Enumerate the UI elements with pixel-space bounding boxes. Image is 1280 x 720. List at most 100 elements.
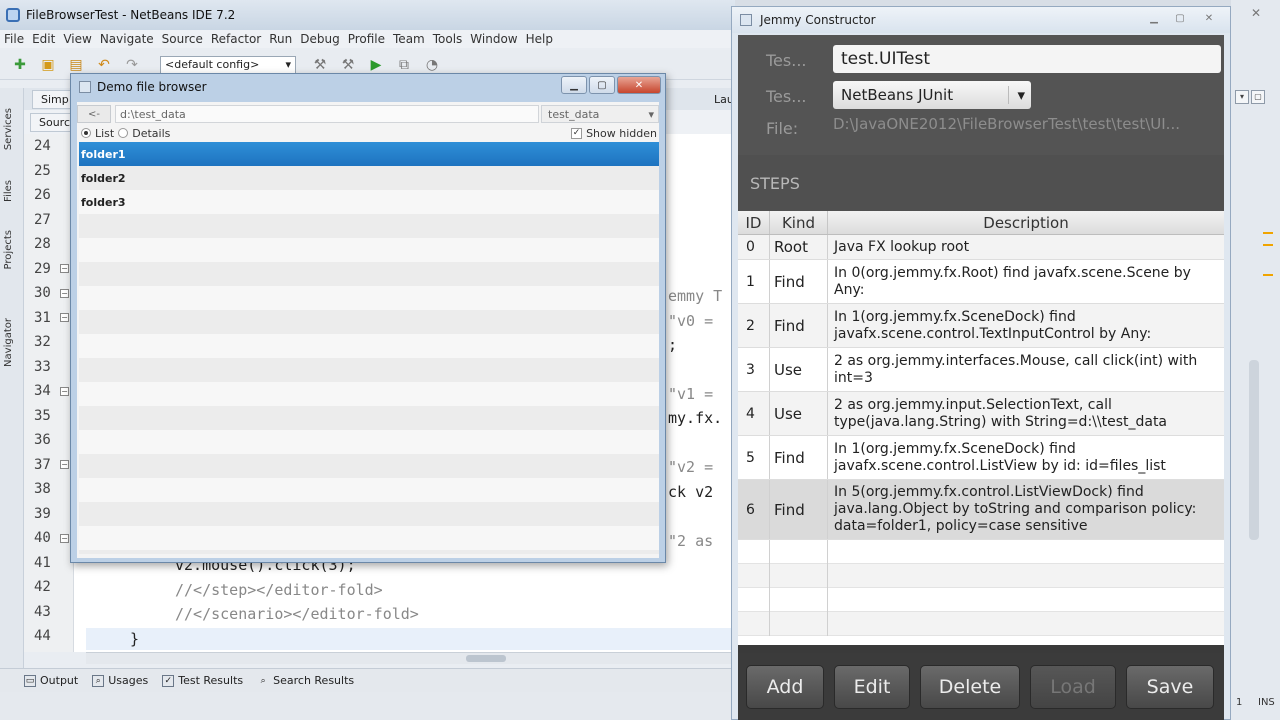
test-name-input[interactable]: test.UITest bbox=[833, 45, 1221, 73]
editor-vertical-scrollbar[interactable] bbox=[1249, 360, 1259, 540]
maximize-icon[interactable]: ▢ bbox=[1251, 90, 1265, 104]
side-tab-services[interactable]: Services bbox=[3, 108, 14, 150]
files-list[interactable]: folder1 folder2 folder3 bbox=[79, 142, 659, 554]
back-button[interactable]: <- bbox=[77, 105, 111, 123]
step-description: In 1(org.jemmy.fx.SceneDock) find javafx… bbox=[834, 440, 1166, 474]
menu-edit[interactable]: Edit bbox=[32, 32, 55, 46]
menu-navigate[interactable]: Navigate bbox=[100, 32, 154, 46]
ide-title: FileBrowserTest - NetBeans IDE 7.2 bbox=[26, 8, 236, 22]
minimize-icon[interactable]: ▁ bbox=[561, 76, 587, 94]
file-label: File: bbox=[766, 119, 799, 138]
table-row[interactable]: 2 Find In 1(org.jemmy.fx.SceneDock) find… bbox=[738, 304, 1224, 348]
details-view-label: Details bbox=[132, 126, 171, 140]
chevron-down-icon[interactable]: ▾ bbox=[1235, 90, 1249, 104]
side-tab-files[interactable]: Files bbox=[3, 180, 14, 202]
table-row[interactable]: 0 Root Java FX lookup root bbox=[738, 235, 1224, 260]
details-view-radio[interactable] bbox=[118, 128, 129, 138]
list-item[interactable]: folder2 bbox=[79, 166, 659, 190]
scrollbar-thumb[interactable] bbox=[466, 655, 506, 662]
ide-title-bar: FileBrowserTest - NetBeans IDE 7.2 bbox=[0, 0, 735, 30]
search-results-tab[interactable]: ⌕ Search Results bbox=[257, 674, 355, 687]
ide-bottom-tab-bar: ▭ Output ⌕ Usages ✓ Test Results ⌕ Searc… bbox=[0, 668, 735, 692]
profile-icon[interactable]: ◔ bbox=[422, 55, 442, 75]
menu-help[interactable]: Help bbox=[526, 32, 553, 46]
menu-refactor[interactable]: Refactor bbox=[211, 32, 261, 46]
file-browser-title-bar[interactable]: Demo file browser ▁ ▢ ✕ bbox=[71, 74, 665, 100]
build-icon[interactable]: ⚒ bbox=[310, 55, 330, 75]
list-item[interactable]: folder3 bbox=[79, 190, 659, 214]
code-fragment: emmy T bbox=[668, 287, 723, 305]
close-icon[interactable]: ✕ bbox=[617, 76, 661, 94]
path-input[interactable]: d:\test_data bbox=[115, 105, 539, 123]
test-results-tab[interactable]: ✓ Test Results bbox=[162, 674, 243, 687]
error-stripe-mark[interactable] bbox=[1263, 232, 1273, 234]
test-type-select[interactable]: NetBeans JUnit ▾ bbox=[833, 81, 1031, 109]
close-icon[interactable]: ✕ bbox=[1243, 6, 1269, 22]
fold-toggle-icon[interactable]: − bbox=[60, 534, 69, 543]
side-tab-projects[interactable]: Projects bbox=[3, 230, 14, 269]
menu-run[interactable]: Run bbox=[269, 32, 292, 46]
menu-team[interactable]: Team bbox=[393, 32, 425, 46]
usages-tab[interactable]: ⌕ Usages bbox=[92, 674, 148, 687]
menu-window[interactable]: Window bbox=[470, 32, 517, 46]
menu-file[interactable]: File bbox=[4, 32, 24, 46]
fold-toggle-icon[interactable]: − bbox=[60, 313, 69, 322]
new-project-icon[interactable]: ▣ bbox=[38, 55, 58, 75]
editor-horizontal-scrollbar[interactable] bbox=[86, 652, 735, 664]
side-tab-navigator[interactable]: Navigator bbox=[3, 318, 14, 367]
maximize-icon[interactable]: ▢ bbox=[589, 76, 615, 94]
new-file-icon[interactable]: ✚ bbox=[10, 55, 30, 75]
load-button[interactable]: Load bbox=[1030, 665, 1116, 709]
menu-source[interactable]: Source bbox=[162, 32, 203, 46]
side-panel-strip: Services Files Projects Navigator bbox=[0, 88, 24, 668]
step-id: 0 bbox=[738, 235, 770, 259]
current-line-highlight bbox=[86, 628, 735, 650]
debug-icon[interactable]: ⧉ bbox=[394, 55, 414, 75]
close-icon[interactable]: ✕ bbox=[1194, 10, 1224, 26]
fold-toggle-icon[interactable]: − bbox=[60, 264, 69, 273]
file-browser-window: Demo file browser ▁ ▢ ✕ <- d:\test_data … bbox=[70, 73, 666, 563]
table-row-selected[interactable]: 6 Find In 5(org.jemmy.fx.control.ListVie… bbox=[738, 480, 1224, 540]
empty-row bbox=[738, 540, 1224, 564]
column-header-description[interactable]: Description bbox=[828, 211, 1224, 234]
edit-button[interactable]: Edit bbox=[834, 665, 910, 709]
undo-icon[interactable]: ↶ bbox=[94, 55, 114, 75]
window-controls: ▁ ▢ ✕ bbox=[559, 76, 661, 94]
code-fragment: "2 as bbox=[668, 532, 714, 550]
show-hidden-checkbox[interactable]: ✓ bbox=[571, 127, 583, 139]
menu-debug[interactable]: Debug bbox=[300, 32, 339, 46]
table-row[interactable]: 1 Find In 0(org.jemmy.fx.Root) find java… bbox=[738, 260, 1224, 304]
run-icon[interactable]: ▶ bbox=[366, 55, 386, 75]
error-stripe-mark[interactable] bbox=[1263, 244, 1273, 246]
list-item[interactable]: folder1 bbox=[79, 142, 659, 166]
maximize-icon[interactable]: ▢ bbox=[1168, 10, 1192, 26]
menu-profile[interactable]: Profile bbox=[348, 32, 385, 46]
error-stripe-mark[interactable] bbox=[1263, 274, 1273, 276]
output-tab[interactable]: ▭ Output bbox=[24, 674, 78, 687]
list-view-radio[interactable] bbox=[81, 128, 91, 138]
fold-toggle-icon[interactable]: − bbox=[60, 460, 69, 469]
output-tab-label: Output bbox=[40, 674, 79, 687]
clean-build-icon[interactable]: ⚒ bbox=[338, 55, 358, 75]
menu-tools[interactable]: Tools bbox=[433, 32, 463, 46]
minimize-icon[interactable]: ▁ bbox=[1142, 10, 1166, 26]
insert-mode-indicator: INS bbox=[1258, 697, 1275, 708]
redo-icon[interactable]: ↷ bbox=[122, 55, 142, 75]
add-button[interactable]: Add bbox=[746, 665, 824, 709]
open-project-icon[interactable]: ▤ bbox=[66, 55, 86, 75]
jemmy-title-bar[interactable]: Jemmy Constructor ▁ ▢ ✕ bbox=[732, 7, 1230, 33]
column-header-kind[interactable]: Kind bbox=[770, 211, 828, 234]
table-row[interactable]: 4 Use 2 as org.jemmy.input.SelectionText… bbox=[738, 392, 1224, 436]
delete-button[interactable]: Delete bbox=[920, 665, 1020, 709]
line-number: 25 bbox=[34, 162, 51, 179]
table-row[interactable]: 3 Use 2 as org.jemmy.interfaces.Mouse, c… bbox=[738, 348, 1224, 392]
config-select[interactable]: <default config> ▾ bbox=[160, 55, 296, 74]
line-number: 24 bbox=[34, 138, 51, 155]
directory-select[interactable]: test_data ▾ bbox=[541, 105, 659, 123]
fold-toggle-icon[interactable]: − bbox=[60, 289, 69, 298]
table-row[interactable]: 5 Find In 1(org.jemmy.fx.SceneDock) find… bbox=[738, 436, 1224, 480]
save-button[interactable]: Save bbox=[1126, 665, 1214, 709]
column-header-id[interactable]: ID bbox=[738, 211, 770, 234]
menu-view[interactable]: View bbox=[63, 32, 91, 46]
fold-toggle-icon[interactable]: − bbox=[60, 387, 69, 396]
